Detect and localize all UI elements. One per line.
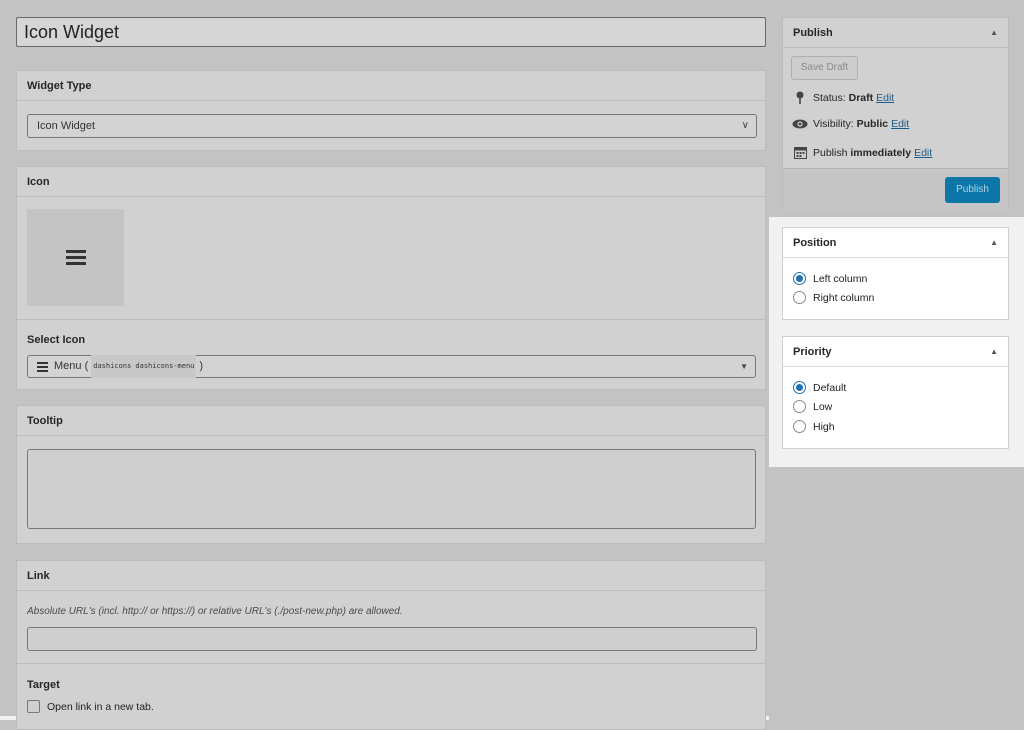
radio-right-column[interactable]: [793, 291, 806, 304]
menu-icon: [65, 247, 86, 268]
open-new-tab-label: Open link in a new tab.: [47, 701, 154, 713]
priority-option-label: Low: [813, 400, 833, 413]
link-divider: [17, 663, 765, 664]
radio-default[interactable]: [793, 381, 806, 394]
menu-icon: [37, 360, 48, 374]
radio-low[interactable]: [793, 400, 806, 413]
collapse-arrow-icon[interactable]: ▲: [990, 337, 998, 367]
tooltip-box: Tooltip: [16, 405, 766, 544]
publish-button[interactable]: Publish: [945, 177, 1000, 203]
visibility-label: Visibility:: [813, 118, 854, 130]
icon-heading: Icon: [17, 167, 765, 197]
link-url-input[interactable]: [27, 627, 757, 651]
publish-heading-text: Publish: [793, 27, 833, 39]
priority-option-high[interactable]: High: [793, 420, 835, 433]
pin-icon: [791, 91, 809, 105]
open-new-tab-checkbox[interactable]: [27, 700, 40, 713]
select-icon-dropdown[interactable]: Menu ( dashicons dashicons-menu ) ▼: [27, 355, 756, 378]
collapse-arrow-icon[interactable]: ▲: [990, 228, 998, 258]
position-box: Position ▲ Left column Right column: [782, 227, 1009, 320]
priority-heading: Priority ▲: [783, 337, 1008, 367]
publish-heading: Publish ▲: [783, 18, 1008, 48]
icon-box: Icon Select Icon Menu ( dashicons dashic…: [16, 166, 766, 390]
widget-type-heading: Widget Type: [17, 71, 765, 101]
visibility-value: Public: [856, 118, 889, 130]
collapse-arrow-icon[interactable]: ▲: [990, 18, 998, 48]
publish-time-edit-link[interactable]: Edit: [914, 147, 932, 159]
tooltip-textarea[interactable]: [27, 449, 756, 529]
select-icon-label: Select Icon: [27, 334, 86, 346]
calendar-icon: [791, 146, 809, 159]
tooltip-heading: Tooltip: [17, 406, 765, 436]
publish-time-value: immediately: [850, 146, 912, 159]
position-heading: Position ▲: [783, 228, 1008, 258]
widget-type-selected: Icon Widget: [37, 120, 96, 132]
visibility-row: Visibility: Public Edit: [791, 118, 909, 130]
widget-type-select[interactable]: Icon Widget ∨: [27, 114, 757, 138]
status-row: Status: Draft Edit: [791, 91, 894, 105]
status-value: Draft: [848, 92, 874, 104]
position-heading-text: Position: [793, 237, 837, 249]
link-box: Link Absolute URL's (incl. http:// or ht…: [16, 560, 766, 730]
caret-down-icon: ▼: [740, 362, 748, 371]
post-title-input[interactable]: Icon Widget: [16, 17, 766, 47]
radio-high[interactable]: [793, 420, 806, 433]
selected-icon-close: ): [199, 360, 204, 372]
priority-option-label: High: [813, 420, 835, 433]
save-draft-button[interactable]: Save Draft: [791, 56, 858, 80]
widget-type-box: Widget Type Icon Widget ∨: [16, 70, 766, 151]
selected-icon-classes: dashicons dashicons-menu: [91, 355, 197, 378]
publish-time-row: Publish immediately Edit: [791, 146, 932, 159]
radio-left-column[interactable]: [793, 272, 806, 285]
priority-heading-text: Priority: [793, 346, 832, 358]
publish-time-label: Publish: [813, 146, 848, 159]
status-edit-link[interactable]: Edit: [876, 92, 894, 104]
status-label: Status:: [813, 92, 846, 104]
icon-divider: [17, 319, 765, 320]
target-label: Target: [27, 679, 60, 691]
position-option-label: Right column: [813, 291, 875, 304]
chevron-down-icon: ∨: [741, 120, 749, 131]
icon-preview: [27, 209, 124, 306]
eye-icon: [791, 119, 809, 129]
priority-option-label: Default: [813, 381, 847, 394]
priority-option-default[interactable]: Default: [793, 381, 846, 394]
priority-option-low[interactable]: Low: [793, 400, 832, 413]
selected-icon-name: Menu (: [54, 360, 89, 372]
position-option-left[interactable]: Left column: [793, 272, 867, 285]
position-option-right[interactable]: Right column: [793, 291, 874, 304]
link-heading: Link: [17, 561, 765, 591]
position-option-label: Left column: [813, 272, 868, 285]
priority-box: Priority ▲ Default Low High: [782, 336, 1009, 449]
publish-box: Publish ▲ Save Draft Status: Draft Edit …: [782, 17, 1009, 210]
link-hint: Absolute URL's (incl. http:// or https:/…: [27, 606, 403, 617]
publish-footer: Publish: [783, 168, 1008, 210]
visibility-edit-link[interactable]: Edit: [891, 118, 909, 130]
